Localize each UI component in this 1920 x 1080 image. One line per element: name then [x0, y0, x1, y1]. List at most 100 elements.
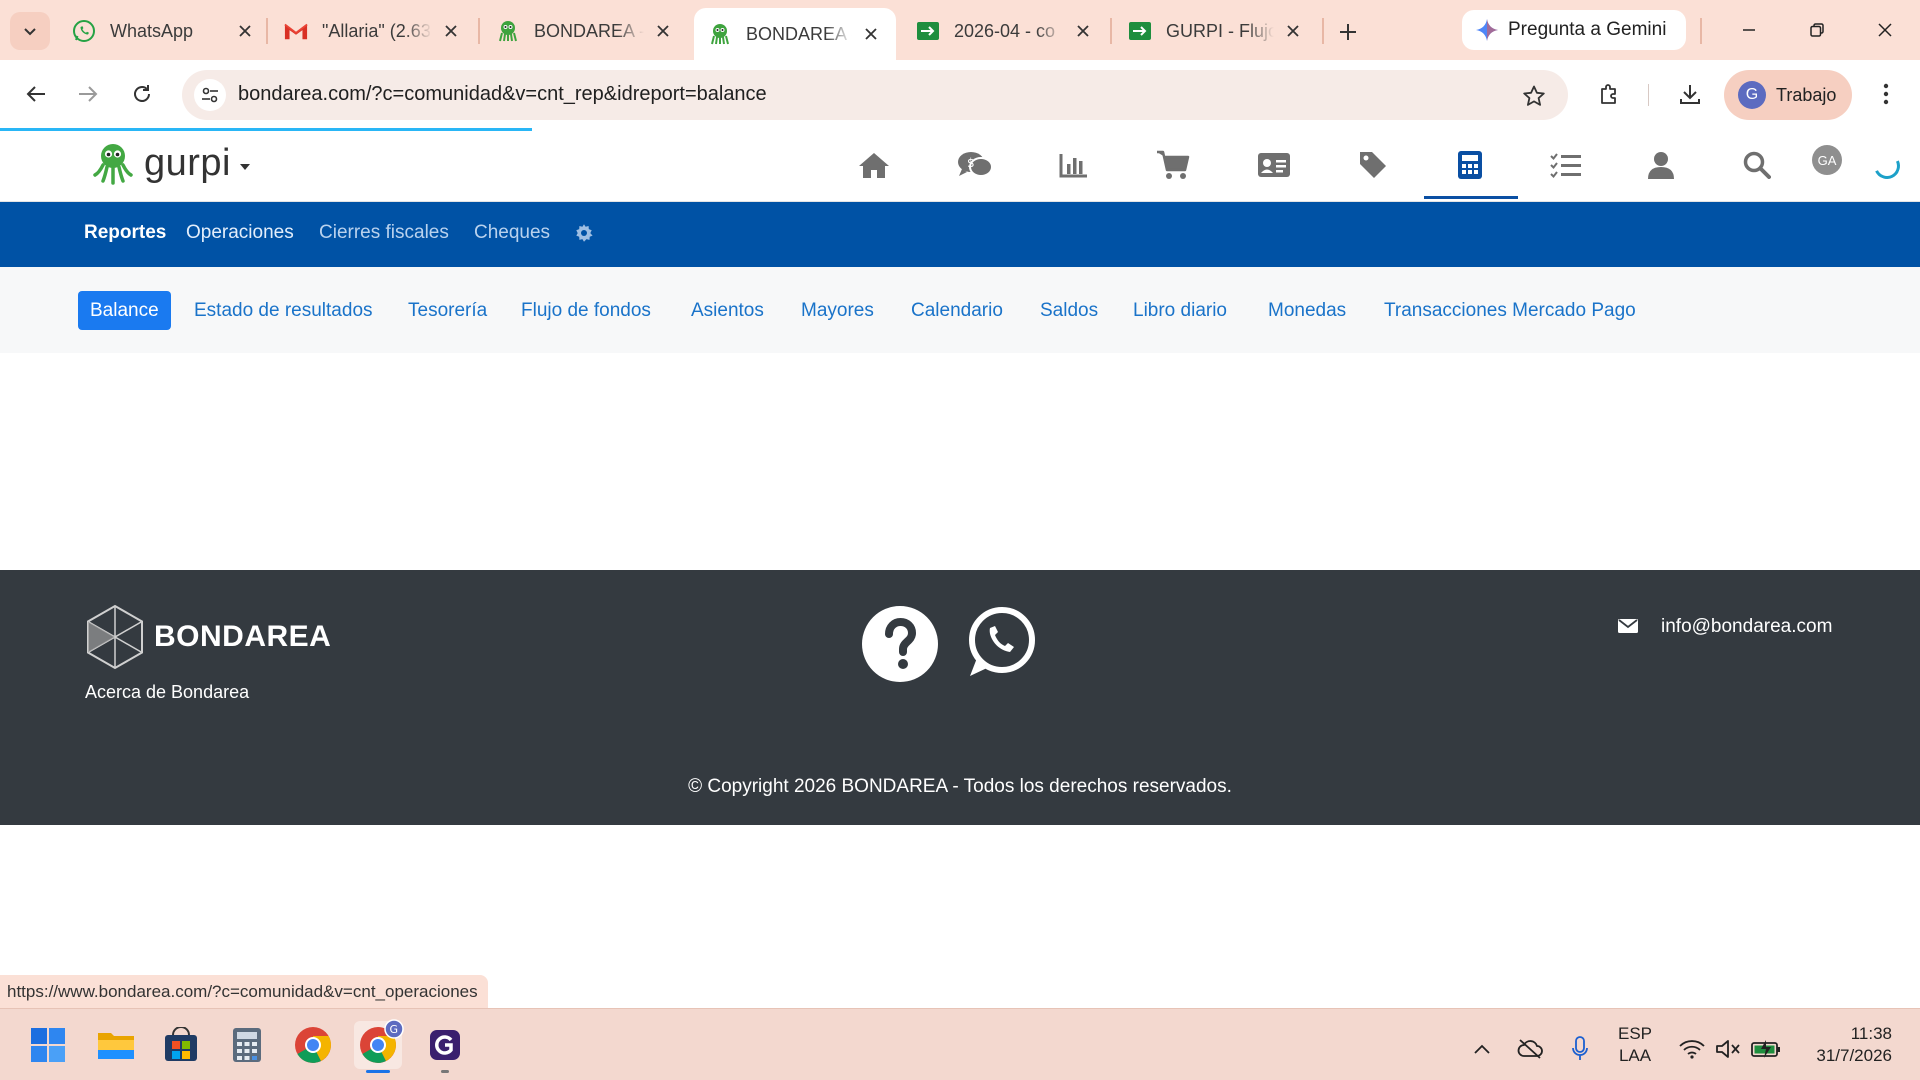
- browser-tab-gmail[interactable]: "Allaria" (2.63: [270, 8, 476, 54]
- report-tab-estado-de-resultados[interactable]: Estado de resultados: [194, 291, 373, 330]
- close-icon[interactable]: [860, 23, 882, 45]
- browser-tab-sheet-2026-04[interactable]: 2026-04 - co: [902, 8, 1108, 54]
- microphone-icon[interactable]: [1564, 1033, 1596, 1065]
- module-tab-cheques[interactable]: Cheques: [474, 222, 550, 244]
- module-tab-reportes[interactable]: Reportes: [84, 222, 166, 244]
- ms-store-icon[interactable]: [157, 1021, 205, 1069]
- battery-charging-icon[interactable]: [1750, 1033, 1782, 1065]
- chrome-profile-icon[interactable]: G: [354, 1019, 404, 1073]
- close-icon: [1878, 23, 1892, 37]
- reload-button[interactable]: [122, 74, 162, 114]
- close-icon[interactable]: [1072, 20, 1094, 42]
- report-tab-calendario[interactable]: Calendario: [911, 291, 1003, 330]
- contact-email-link[interactable]: info@bondarea.com: [1661, 616, 1832, 638]
- puzzle-icon: [1601, 84, 1616, 104]
- plus-icon: [1340, 24, 1356, 40]
- kebab-menu-icon: [1883, 83, 1889, 105]
- tab-title: BONDAREA -: [746, 23, 852, 44]
- report-tab-tesoreria[interactable]: Tesorería: [408, 291, 487, 330]
- settings-gear-icon[interactable]: [574, 223, 594, 248]
- address-bar[interactable]: bondarea.com/?c=comunidad&v=cnt_rep&idre…: [182, 70, 1568, 120]
- brand-menu[interactable]: gurpi: [92, 141, 251, 185]
- report-tab-balance[interactable]: Balance: [78, 291, 171, 330]
- calculator-app-icon[interactable]: [223, 1021, 271, 1069]
- back-button[interactable]: [16, 74, 56, 114]
- windows-start-icon[interactable]: [24, 1021, 72, 1069]
- copyright-text: © Copyright 2026 BONDAREA - Todos los de…: [688, 776, 1232, 797]
- report-tab-monedas[interactable]: Monedas: [1268, 291, 1346, 330]
- close-window-button[interactable]: [1862, 10, 1908, 50]
- gemini-sparkle-icon: [1476, 19, 1498, 41]
- close-icon[interactable]: [652, 20, 674, 42]
- arrow-right-icon: [79, 86, 98, 102]
- user-icon[interactable]: [1637, 143, 1685, 187]
- tune-icon: [202, 87, 218, 103]
- tab-title: GURPI - Flujo: [1166, 20, 1274, 41]
- bar-chart-icon[interactable]: [1050, 143, 1098, 187]
- minimize-button[interactable]: [1726, 10, 1772, 50]
- browser-tab-sheet-gurpi-flujo[interactable]: GURPI - Flujo: [1114, 8, 1318, 54]
- about-link[interactable]: Acerca de Bondarea: [85, 682, 249, 703]
- close-icon[interactable]: [1282, 20, 1304, 42]
- chrome-icon[interactable]: [289, 1021, 337, 1069]
- file-explorer-icon[interactable]: [92, 1021, 140, 1069]
- chat-money-icon[interactable]: $: [951, 143, 999, 187]
- browser-menu-button[interactable]: [1866, 74, 1906, 114]
- sheets-icon: [1128, 19, 1152, 43]
- whatsapp-icon[interactable]: [966, 606, 1036, 683]
- ask-gemini-button[interactable]: Pregunta a Gemini: [1462, 10, 1686, 50]
- report-tab-asientos[interactable]: Asientos: [691, 291, 764, 330]
- module-tab-cierres-fiscales[interactable]: Cierres fiscales: [319, 222, 449, 244]
- tab-separator: [478, 18, 480, 44]
- report-tab-flujo-de-fondos[interactable]: Flujo de fondos: [521, 291, 651, 330]
- tab-separator: [1110, 18, 1112, 44]
- footer-logo[interactable]: BONDAREA: [84, 604, 331, 670]
- restore-button[interactable]: [1794, 10, 1840, 50]
- cart-icon[interactable]: [1149, 143, 1197, 187]
- url-text[interactable]: bondarea.com/?c=comunidad&v=cnt_rep&idre…: [238, 83, 767, 106]
- system-clock[interactable]: 11:38 31/7/2026: [1800, 1023, 1892, 1067]
- site-info-button[interactable]: [194, 79, 226, 111]
- tag-icon[interactable]: [1349, 143, 1397, 187]
- close-icon[interactable]: [234, 20, 256, 42]
- browser-toolbar: bondarea.com/?c=comunidad&v=cnt_rep&idre…: [0, 60, 1920, 128]
- windows-taskbar: G ESP LAA 11:38 31/7/2026: [0, 1008, 1920, 1080]
- profile-button[interactable]: G Trabajo: [1724, 70, 1852, 120]
- tab-search-button[interactable]: [10, 12, 50, 50]
- search-icon[interactable]: [1733, 143, 1781, 187]
- whatsapp-icon: [72, 19, 96, 43]
- svg-text:$: $: [967, 156, 975, 170]
- calculator-icon[interactable]: [1424, 143, 1518, 199]
- checklist-icon[interactable]: [1542, 143, 1590, 187]
- id-card-icon[interactable]: [1250, 143, 1298, 187]
- extensions-button[interactable]: [1590, 74, 1630, 114]
- user-avatar[interactable]: GA: [1812, 145, 1842, 175]
- module-tab-operaciones[interactable]: Operaciones: [186, 222, 294, 244]
- profile-badge-icon: G: [384, 1019, 404, 1039]
- input-language-indicator[interactable]: ESP LAA: [1618, 1023, 1652, 1067]
- chevron-up-icon[interactable]: [1466, 1033, 1498, 1065]
- browser-tab-whatsapp[interactable]: WhatsApp: [58, 8, 270, 54]
- volume-muted-icon[interactable]: [1712, 1033, 1744, 1065]
- close-icon[interactable]: [440, 20, 462, 42]
- home-icon[interactable]: [850, 143, 898, 187]
- wifi-icon[interactable]: [1676, 1033, 1708, 1065]
- app-header: gurpi $ GA: [0, 131, 1920, 202]
- cloud-off-icon[interactable]: [1514, 1033, 1546, 1065]
- report-tab-transacciones-mercado-pago[interactable]: Transacciones Mercado Pago: [1384, 291, 1636, 330]
- report-tab-libro-diario[interactable]: Libro diario: [1133, 291, 1227, 330]
- forward-button[interactable]: [68, 74, 108, 114]
- report-tab-mayores[interactable]: Mayores: [801, 291, 874, 330]
- app-g-icon[interactable]: [421, 1021, 469, 1073]
- bookmark-star-button[interactable]: [1520, 82, 1548, 110]
- profile-name: Trabajo: [1776, 84, 1837, 105]
- report-tabs-bar: Balance Estado de resultados Tesorería F…: [0, 267, 1920, 353]
- footer-brand: BONDAREA: [154, 620, 332, 653]
- new-tab-button[interactable]: [1330, 14, 1366, 50]
- browser-tab-bondarea[interactable]: BONDAREA -: [482, 8, 688, 54]
- tab-separator: [1700, 18, 1702, 44]
- help-question-icon[interactable]: [862, 606, 938, 687]
- downloads-button[interactable]: [1670, 74, 1710, 114]
- report-tab-saldos[interactable]: Saldos: [1040, 291, 1098, 330]
- browser-tab-bondarea-active[interactable]: BONDAREA -: [694, 8, 896, 60]
